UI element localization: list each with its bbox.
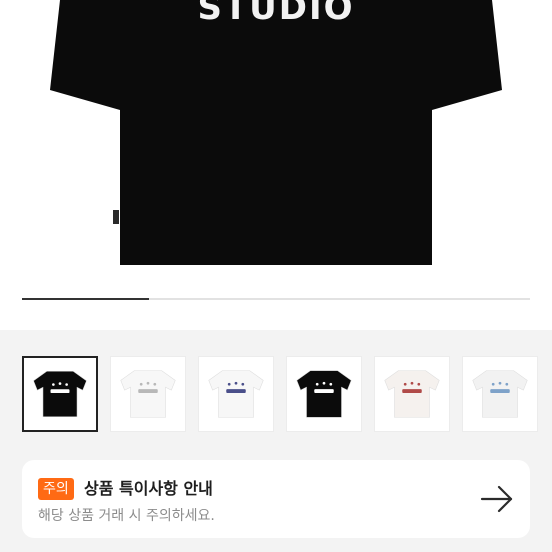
tshirt-thumbnail-icon (384, 370, 440, 418)
notice-subtitle: 해당 상품 거래 시 주의하세요. (38, 508, 215, 524)
tshirt-thumbnail-icon (472, 370, 528, 418)
shirt-print-text: STUDIO (197, 0, 355, 28)
notice-title: 상품 특이사항 안내 (84, 479, 213, 498)
tshirt-thumbnail-icon (208, 370, 264, 418)
product-thumbnail[interactable] (462, 356, 538, 432)
thumbnail-strip[interactable] (22, 356, 552, 432)
caution-badge: 주의 (38, 478, 74, 500)
product-thumbnail[interactable] (374, 356, 450, 432)
product-image-carousel[interactable]: STUDIO (0, 0, 552, 330)
arrow-right-icon[interactable] (480, 484, 514, 514)
product-thumbnail[interactable] (22, 356, 98, 432)
tshirt-thumbnail-icon (120, 370, 176, 418)
product-thumbnail[interactable] (198, 356, 274, 432)
notice-card[interactable]: 주의 상품 특이사항 안내 해당 상품 거래 시 주의하세요. (22, 460, 530, 538)
tshirt-thumbnail-icon (296, 370, 352, 418)
product-image (50, 0, 502, 265)
image-progress-bar (22, 298, 530, 300)
product-thumbnail[interactable] (286, 356, 362, 432)
tshirt-thumbnail-icon (33, 370, 87, 418)
image-progress-indicator (22, 298, 149, 300)
product-thumbnail[interactable] (110, 356, 186, 432)
